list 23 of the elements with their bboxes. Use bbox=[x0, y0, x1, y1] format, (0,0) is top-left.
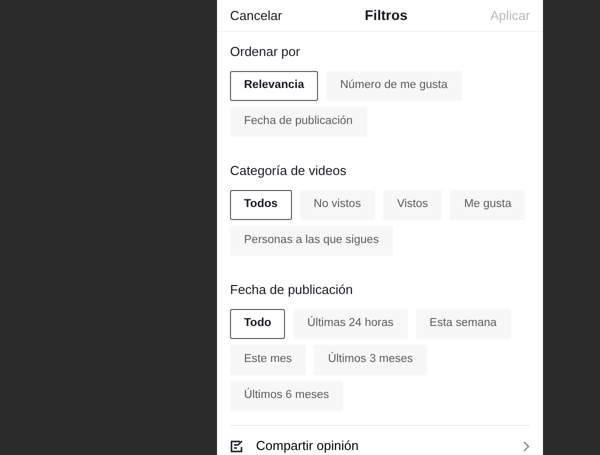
filter-option[interactable]: Últimas 24 horas bbox=[293, 309, 408, 339]
filter-option[interactable]: Últimos 6 meses bbox=[230, 381, 343, 411]
filter-option[interactable]: Todo bbox=[230, 309, 286, 339]
filter-option[interactable]: Relevancia bbox=[230, 71, 318, 101]
cancel-button[interactable]: Cancelar bbox=[230, 6, 282, 26]
filter-option[interactable]: Número de me gusta bbox=[326, 71, 462, 101]
filter-option[interactable]: Esta semana bbox=[416, 309, 511, 339]
chevron-right-icon bbox=[523, 440, 530, 452]
filter-option[interactable]: Este mes bbox=[230, 345, 306, 375]
filter-option[interactable]: Todos bbox=[230, 190, 292, 220]
section-title: Fecha de publicación bbox=[230, 282, 354, 298]
filter-option[interactable]: Vistos bbox=[382, 190, 442, 220]
filter-option[interactable]: Fecha de publicación bbox=[230, 107, 367, 137]
filter-option[interactable]: No vistos bbox=[300, 190, 375, 220]
filter-option[interactable]: Me gusta bbox=[450, 190, 526, 220]
feedback-row[interactable]: Compartir opinión bbox=[217, 426, 543, 455]
feedback-label: Compartir opinión bbox=[256, 437, 360, 455]
sheet-title: Filtros bbox=[364, 6, 408, 25]
edit-note-icon bbox=[230, 440, 243, 452]
filter-option[interactable]: Últimos 3 meses bbox=[314, 345, 427, 375]
filter-option[interactable]: Personas a las que sigues bbox=[230, 226, 393, 256]
section-title: Ordenar por bbox=[230, 44, 302, 60]
section-title: Categoría de videos bbox=[230, 163, 348, 179]
